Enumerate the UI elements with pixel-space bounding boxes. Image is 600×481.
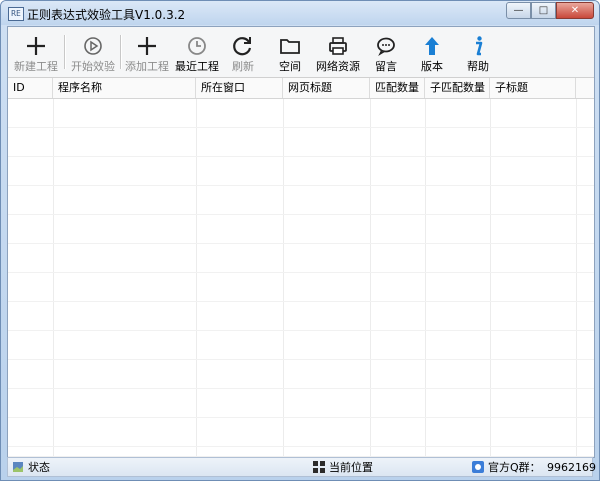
refresh-label: 刷新 <box>232 60 254 73</box>
add-project-label: 添加工程 <box>125 60 169 73</box>
add-project-button[interactable]: 添加工程 <box>122 29 172 75</box>
minimize-button[interactable]: — <box>506 2 531 19</box>
column-divider <box>425 99 426 456</box>
row-divider <box>8 214 594 215</box>
window-title: 正则表达式效验工具V1.0.3.2 <box>27 8 186 22</box>
column-divider <box>283 99 284 456</box>
toolbar: 新建工程 开始效验 添加工程 最近工程 刷新 空间 网络资源 留言 版本 帮助 <box>8 27 594 78</box>
space-button[interactable]: 空间 <box>273 29 307 75</box>
new-project-button[interactable]: 新建工程 <box>11 29 61 75</box>
row-divider <box>8 359 594 360</box>
row-divider <box>8 272 594 273</box>
start-validate-label: 开始效验 <box>71 60 115 73</box>
column-divider <box>490 99 491 456</box>
status-label: 状态 <box>28 461 50 474</box>
row-divider <box>8 301 594 302</box>
column-header-id[interactable]: ID <box>8 78 53 98</box>
main-content: 新建工程 开始效验 添加工程 最近工程 刷新 空间 网络资源 留言 版本 帮助 … <box>7 26 595 458</box>
message-label: 留言 <box>375 60 397 73</box>
row-divider <box>8 388 594 389</box>
table-header: ID 程序名称 所在窗口 网页标题 匹配数量 子匹配数量 子标题 <box>8 78 594 99</box>
column-header-match-count[interactable]: 匹配数量 <box>370 78 425 98</box>
close-button[interactable]: ✕ <box>556 2 594 19</box>
message-button[interactable]: 留言 <box>369 29 403 75</box>
info-icon <box>476 36 483 56</box>
clock-icon <box>188 37 206 55</box>
column-divider <box>53 99 54 456</box>
qq-group-label: 官方Q群： <box>488 461 541 474</box>
current-location-label: 当前位置 <box>329 461 373 474</box>
location-icon <box>313 461 325 473</box>
chat-icon <box>377 37 395 56</box>
app-window: RE 正则表达式效验工具V1.0.3.2 — □ ✕ 新建工程 开始效验 添加工… <box>0 0 600 481</box>
play-icon <box>84 37 102 55</box>
space-label: 空间 <box>279 60 301 73</box>
toolbar-separator <box>64 35 66 69</box>
version-button[interactable]: 版本 <box>415 29 449 75</box>
version-label: 版本 <box>421 60 443 73</box>
status-bar: 状态 当前位置 官方Q群： 9962169 <box>7 457 596 477</box>
row-divider <box>8 127 594 128</box>
printer-icon <box>329 37 347 55</box>
recent-projects-label: 最近工程 <box>175 60 219 73</box>
row-divider <box>8 417 594 418</box>
plus-icon <box>27 37 45 55</box>
network-resources-label: 网络资源 <box>316 60 360 73</box>
column-header-program-name[interactable]: 程序名称 <box>53 78 196 98</box>
row-divider <box>8 330 594 331</box>
row-divider <box>8 185 594 186</box>
row-divider <box>8 446 594 447</box>
new-project-label: 新建工程 <box>14 60 58 73</box>
help-button[interactable]: 帮助 <box>461 29 495 75</box>
maximize-button[interactable]: □ <box>531 2 556 19</box>
column-divider <box>370 99 371 456</box>
app-logo-icon: RE <box>8 7 24 21</box>
help-label: 帮助 <box>467 60 489 73</box>
column-header-window[interactable]: 所在窗口 <box>196 78 283 98</box>
status-icon <box>13 462 23 472</box>
qq-group-icon <box>472 461 484 473</box>
plus-icon <box>138 37 156 55</box>
results-table[interactable] <box>8 99 594 456</box>
title-bar[interactable]: RE 正则表达式效验工具V1.0.3.2 — □ ✕ <box>1 1 599 25</box>
column-divider <box>196 99 197 456</box>
row-divider <box>8 156 594 157</box>
start-validate-button[interactable]: 开始效验 <box>67 29 119 75</box>
row-divider <box>8 243 594 244</box>
folder-icon <box>280 39 300 54</box>
recent-projects-button[interactable]: 最近工程 <box>172 29 222 75</box>
arrow-up-icon <box>425 37 439 55</box>
column-header-subtitle[interactable]: 子标题 <box>490 78 576 98</box>
column-header-page-title[interactable]: 网页标题 <box>283 78 370 98</box>
refresh-icon <box>233 37 252 56</box>
column-header-submatch-count[interactable]: 子匹配数量 <box>425 78 490 98</box>
network-resources-button[interactable]: 网络资源 <box>312 29 364 75</box>
qq-group-number[interactable]: 9962169 <box>547 460 596 475</box>
column-divider <box>576 99 577 456</box>
refresh-button[interactable]: 刷新 <box>226 29 260 75</box>
